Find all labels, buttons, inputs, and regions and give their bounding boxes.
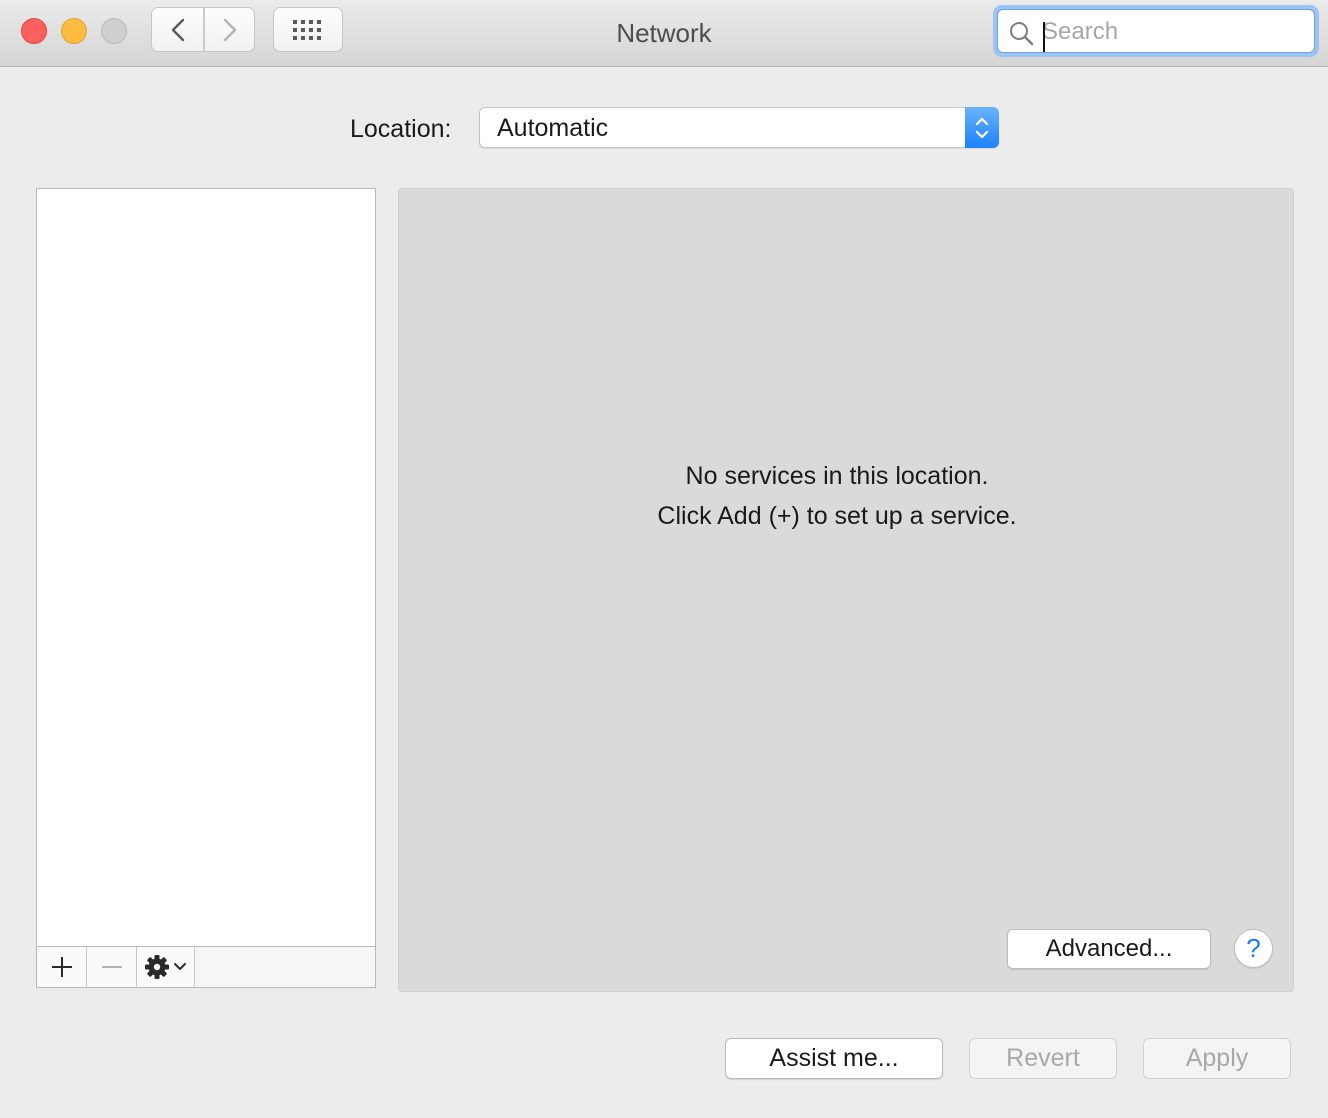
service-list-toolbar — [37, 946, 375, 987]
service-action-menu-button[interactable] — [137, 947, 195, 987]
empty-state-line-2: Click Add (+) to set up a service. — [657, 502, 1017, 530]
chevron-down-icon — [173, 963, 186, 970]
location-label: Location: — [350, 115, 452, 143]
empty-state-line-1: No services in this location. — [685, 462, 989, 490]
help-button[interactable]: ? — [1234, 929, 1273, 968]
search-field-inner[interactable] — [997, 9, 1315, 53]
up-down-chevron-icon — [975, 117, 989, 138]
revert-button[interactable]: Revert — [969, 1038, 1117, 1079]
text-caret — [1043, 22, 1045, 52]
search-input[interactable] — [1042, 14, 1302, 50]
location-selected-value: Automatic — [497, 114, 609, 142]
assist-me-button[interactable]: Assist me... — [725, 1038, 943, 1079]
search-icon — [1010, 22, 1034, 46]
add-service-button[interactable] — [37, 947, 87, 987]
minus-icon — [101, 966, 122, 968]
location-select[interactable]: Automatic — [479, 107, 999, 148]
title-bar: Network — [0, 0, 1328, 67]
remove-service-button[interactable] — [87, 947, 137, 987]
plus-icon — [51, 957, 72, 977]
empty-state-message: No services in this location. Click Add … — [399, 456, 1275, 536]
apply-button[interactable]: Apply — [1143, 1038, 1291, 1079]
service-detail-panel: No services in this location. Click Add … — [398, 188, 1294, 992]
gear-icon — [144, 955, 169, 979]
service-list[interactable] — [36, 188, 376, 988]
advanced-button[interactable]: Advanced... — [1007, 929, 1211, 969]
search-field[interactable] — [993, 5, 1319, 57]
select-arrows[interactable] — [965, 107, 999, 148]
